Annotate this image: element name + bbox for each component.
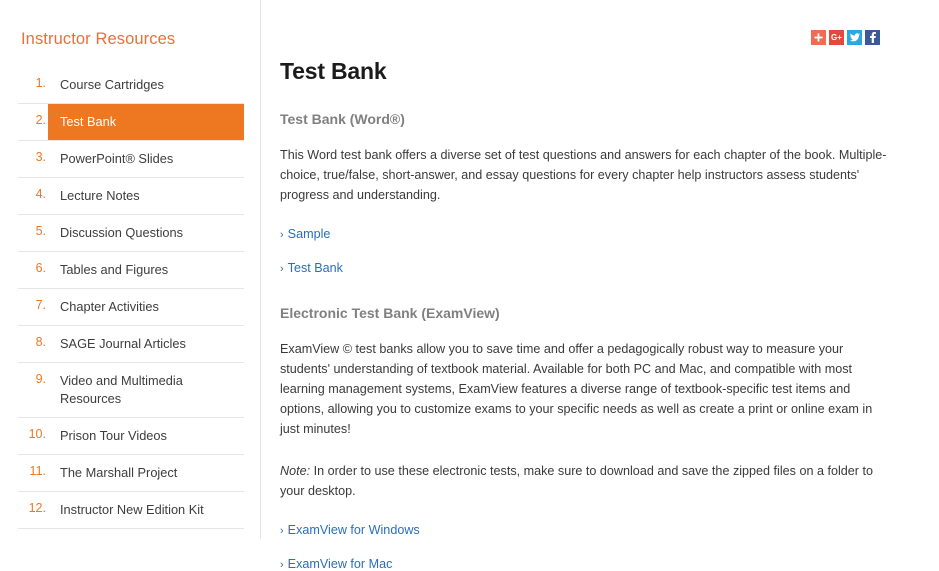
sidebar-item-label[interactable]: Instructor New Edition Kit xyxy=(48,492,244,528)
sidebar-item-number: 3. xyxy=(35,150,46,164)
note-label: Note: xyxy=(280,464,311,478)
sidebar-item-number: 1. xyxy=(35,76,46,90)
sidebar-item-tables-and-figures[interactable]: 6. Tables and Figures xyxy=(18,251,244,288)
sidebar-item-chapter-activities[interactable]: 7. Chapter Activities xyxy=(18,288,244,325)
sidebar-item-course-cartridges[interactable]: 1. Course Cartridges xyxy=(18,67,244,103)
sidebar-title: Instructor Resources xyxy=(21,30,176,48)
link-sample[interactable]: › Sample xyxy=(280,227,889,241)
chevron-right-icon: › xyxy=(280,525,284,537)
link-examview-for-mac[interactable]: › ExamView for Mac xyxy=(280,557,889,571)
note-text: In order to use these electronic tests, … xyxy=(280,464,873,498)
sidebar: Instructor Resources 1. Course Cartridges… xyxy=(0,0,261,539)
sidebar-item-label[interactable]: Discussion Questions xyxy=(48,215,244,251)
sidebar-item-number: 2. xyxy=(35,113,46,127)
link-label: Test Bank xyxy=(287,261,343,275)
section-heading-electronic-test-bank: Electronic Test Bank (ExamView) xyxy=(280,305,500,321)
sidebar-item-label[interactable]: Course Cartridges xyxy=(48,67,244,103)
sidebar-item-number: 7. xyxy=(35,298,46,312)
section-paragraph-examview: ExamView © test banks allow you to save … xyxy=(280,342,873,436)
sidebar-item-number: 8. xyxy=(35,335,46,349)
chevron-right-icon: › xyxy=(280,229,284,241)
section-heading-word-test-bank: Test Bank (Word®) xyxy=(280,111,405,127)
link-label: ExamView for Mac xyxy=(287,557,393,571)
sidebar-item-label[interactable]: PowerPoint® Slides xyxy=(48,141,244,177)
sidebar-item-number: 6. xyxy=(35,261,46,275)
sidebar-item-label[interactable]: Video and Multimedia Resources xyxy=(48,363,244,417)
sidebar-item-powerpoint-slides[interactable]: 3. PowerPoint® Slides xyxy=(18,140,244,177)
sidebar-item-lecture-notes[interactable]: 4. Lecture Notes xyxy=(18,177,244,214)
chevron-right-icon: › xyxy=(280,559,284,571)
sidebar-item-test-bank[interactable]: 2. Test Bank xyxy=(18,103,244,140)
link-label: ExamView for Windows xyxy=(287,523,420,537)
main-content: Test Bank Test Bank (Word®) This Word te… xyxy=(261,0,939,571)
sidebar-item-instructor-new-edition-kit[interactable]: 12. Instructor New Edition Kit xyxy=(18,491,244,528)
instructor-resources-nav: 1. Course Cartridges 2. Test Bank 3. PowerPoi… xyxy=(18,67,244,529)
note-paragraph: Note: In order to use these electronic t… xyxy=(280,461,889,501)
page-title: Test Bank xyxy=(280,58,387,84)
sidebar-item-number: 5. xyxy=(35,224,46,238)
sidebar-item-the-marshall-project[interactable]: 11. The Marshall Project xyxy=(18,454,244,491)
sidebar-item-label[interactable]: Prison Tour Videos xyxy=(48,418,244,454)
sidebar-item-label[interactable]: Lecture Notes xyxy=(48,178,244,214)
sidebar-item-discussion-questions[interactable]: 5. Discussion Questions xyxy=(18,214,244,251)
sidebar-item-number: 12. xyxy=(28,501,46,515)
sidebar-item-video-and-multimedia-resources[interactable]: 9. Video and Multimedia Resources xyxy=(18,362,244,417)
chevron-right-icon: › xyxy=(280,263,284,275)
sidebar-item-number: 11. xyxy=(29,464,46,478)
sidebar-item-label[interactable]: Chapter Activities xyxy=(48,289,244,325)
link-label: Sample xyxy=(287,227,331,241)
sidebar-item-label[interactable]: Test Bank xyxy=(48,104,244,140)
sidebar-item-prison-tour-videos[interactable]: 10. Prison Tour Videos xyxy=(18,417,244,454)
sidebar-item-label[interactable]: The Marshall Project xyxy=(48,455,244,491)
section-paragraph-word-test-bank: This Word test bank offers a diverse set… xyxy=(280,148,887,202)
link-examview-for-windows[interactable]: › ExamView for Windows xyxy=(280,523,889,537)
sidebar-item-label[interactable]: SAGE Journal Articles xyxy=(48,326,244,362)
link-test-bank[interactable]: › Test Bank xyxy=(280,261,889,275)
sidebar-item-number: 9. xyxy=(35,372,46,386)
sidebar-item-sage-journal-articles[interactable]: 8. SAGE Journal Articles xyxy=(18,325,244,362)
sidebar-item-number: 10. xyxy=(28,427,46,441)
page-container: Instructor Resources 1. Course Cartridges… xyxy=(0,0,939,571)
sidebar-item-label[interactable]: Tables and Figures xyxy=(48,252,244,288)
sidebar-item-number: 4. xyxy=(35,187,46,201)
